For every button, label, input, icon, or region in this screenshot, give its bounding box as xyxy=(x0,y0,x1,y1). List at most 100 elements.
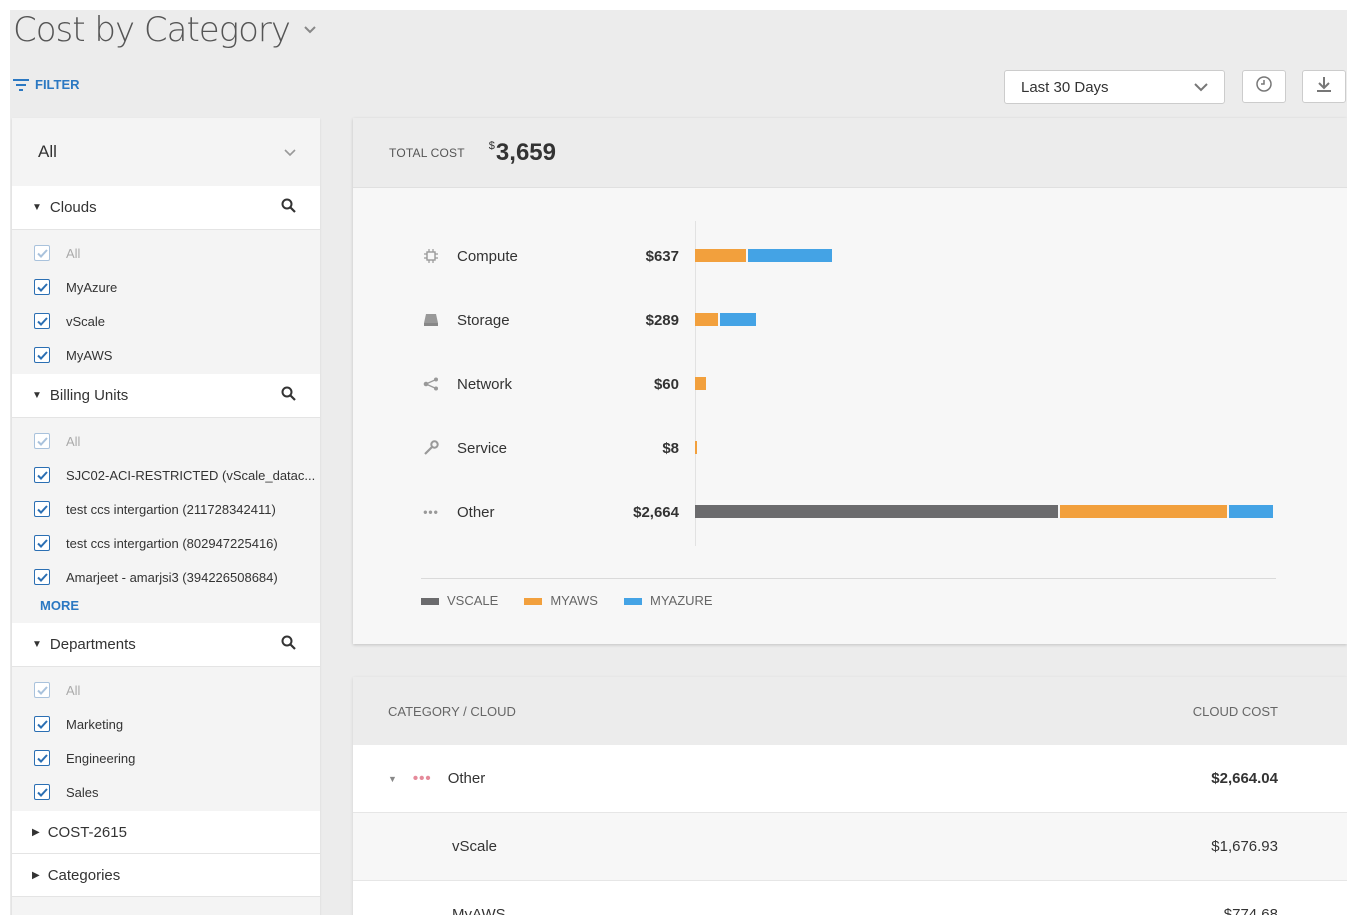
scope-value: All xyxy=(38,142,57,161)
more-link[interactable]: MORE xyxy=(12,596,320,623)
checkbox-item[interactable]: MyAWS xyxy=(12,338,320,372)
cost-bar-chart: VSCALE MYAWS MYAZURE Compute $637 Storage $28… xyxy=(353,188,1347,644)
checkbox[interactable] xyxy=(34,279,50,295)
checkbox-item[interactable]: All xyxy=(12,236,320,270)
checkbox-item[interactable]: Amarjeet - amarjsi3 (394226508684) xyxy=(12,560,320,594)
checkbox[interactable] xyxy=(34,245,50,261)
checkbox[interactable] xyxy=(34,682,50,698)
cost-value: $2,664.04 xyxy=(1211,770,1278,787)
chart-row[interactable]: Service $8 xyxy=(421,438,695,458)
triangle-right-icon: ▶ xyxy=(32,826,40,838)
cloud-name: vScale xyxy=(452,838,498,855)
category-total: $289 xyxy=(645,311,679,329)
history-button[interactable] xyxy=(1242,70,1286,103)
section-clouds-header[interactable]: ▼ Clouds xyxy=(12,186,320,230)
checkbox-item[interactable]: test ccs intergartion (802947225416) xyxy=(12,526,320,560)
table-row[interactable]: vScale $1,676.93 xyxy=(353,813,1347,881)
search-icon[interactable] xyxy=(281,635,296,654)
section-cost-2615-header[interactable]: ▶ COST-2615 xyxy=(12,811,320,854)
departments-list: All Marketing Engineering Sales xyxy=(12,667,320,811)
checkbox-label: Engineering xyxy=(66,750,136,766)
triangle-down-icon: ▼ xyxy=(32,202,42,213)
section-categories-header[interactable]: ▶ Categories xyxy=(12,854,320,897)
table-row[interactable]: ▼ ••• Other $2,664.04 xyxy=(353,745,1347,813)
legend-swatch xyxy=(524,598,543,606)
total-cost-amount: 3,659 xyxy=(495,138,556,166)
scope-select[interactable]: All xyxy=(12,118,320,186)
bar-segment-myaws[interactable] xyxy=(695,313,719,326)
checkbox-item[interactable]: Sales xyxy=(12,775,320,809)
cost-chart-panel: TOTAL COST $3,659 VSCALE MYAWS MYAZURE Com… xyxy=(353,118,1347,644)
section-title: Clouds xyxy=(49,199,97,216)
chart-row[interactable]: Storage $289 xyxy=(421,310,695,330)
date-range-select[interactable]: Last 30 Days xyxy=(1004,70,1225,104)
section-departments-header[interactable]: ▼ Departments xyxy=(12,623,320,667)
legend-item[interactable]: MYAWS xyxy=(524,593,598,608)
bar-segment-myaws[interactable] xyxy=(1060,505,1227,518)
column-header-category[interactable]: CATEGORY / CLOUD xyxy=(388,704,516,719)
checkbox-item[interactable]: MyAzure xyxy=(12,270,320,304)
category-total: $2,664 xyxy=(633,503,679,521)
billing-units-list: All SJC02-ACI-RESTRICTED (vScale_datac..… xyxy=(12,418,320,596)
checkbox-item[interactable]: test ccs intergartion (211728342411) xyxy=(12,492,320,526)
checkbox[interactable] xyxy=(34,716,50,732)
triangle-down-icon[interactable]: ▼ xyxy=(388,774,397,784)
checkbox-item[interactable]: Marketing xyxy=(12,707,320,741)
checkbox[interactable] xyxy=(34,347,50,363)
checkbox[interactable] xyxy=(34,467,50,483)
more-icon: ••• xyxy=(423,505,439,519)
chip-icon xyxy=(421,249,441,263)
checkbox-label: test ccs intergartion (211728342411) xyxy=(66,501,276,517)
checkbox-item[interactable]: All xyxy=(12,424,320,458)
page-title[interactable]: Cost by Category xyxy=(13,10,316,50)
checkbox[interactable] xyxy=(34,501,50,517)
chevron-down-icon[interactable] xyxy=(304,22,316,38)
legend-item[interactable]: VSCALE xyxy=(421,593,498,608)
chevron-down-icon xyxy=(1194,79,1208,96)
column-header-cost[interactable]: CLOUD COST xyxy=(1193,704,1278,719)
chart-baseline xyxy=(421,578,1276,579)
cost-table: CATEGORY / CLOUD CLOUD COST ▼ ••• Other … xyxy=(353,677,1347,915)
checkbox-label: vScale xyxy=(66,313,106,329)
chart-row[interactable]: Network $60 xyxy=(421,374,695,394)
checkbox-label: SJC02-ACI-RESTRICTED (vScale_datac... xyxy=(66,467,316,483)
checkbox-item[interactable]: SJC02-ACI-RESTRICTED (vScale_datac... xyxy=(12,458,320,492)
checkbox-item[interactable]: Engineering xyxy=(12,741,320,775)
bar-segment-myazure[interactable] xyxy=(1228,505,1273,518)
checkbox-item[interactable]: vScale xyxy=(12,304,320,338)
table-header: CATEGORY / CLOUD CLOUD COST xyxy=(353,677,1347,745)
category-name: Other xyxy=(447,770,486,787)
checkbox[interactable] xyxy=(34,433,50,449)
legend-swatch xyxy=(421,598,439,606)
checkbox-label: Marketing xyxy=(66,716,124,732)
bar-segment-myazure[interactable] xyxy=(720,313,756,326)
bar-segment-vscale[interactable] xyxy=(695,505,1059,518)
chart-row[interactable]: ••• Other $2,664 xyxy=(421,502,695,522)
section-billing-units-header[interactable]: ▼ Billing Units xyxy=(12,374,320,418)
checkbox[interactable] xyxy=(34,535,50,551)
checkbox-item[interactable]: All xyxy=(12,673,320,707)
checkbox-label: All xyxy=(66,682,81,698)
download-button[interactable] xyxy=(1302,70,1346,103)
filter-icon xyxy=(13,78,29,92)
search-icon[interactable] xyxy=(281,198,296,217)
bar-segment-myaws[interactable] xyxy=(695,441,697,454)
table-row[interactable]: MyAWS $774.68 xyxy=(353,881,1347,915)
date-range-value: Last 30 Days xyxy=(1021,78,1109,96)
legend-item[interactable]: MYAZURE xyxy=(623,593,713,608)
chevron-down-icon xyxy=(284,142,296,162)
checkbox-label: MyAWS xyxy=(66,347,113,363)
checkbox[interactable] xyxy=(34,784,50,800)
search-icon[interactable] xyxy=(281,386,296,405)
checkbox[interactable] xyxy=(34,569,50,585)
bar-segment-myazure[interactable] xyxy=(748,249,832,262)
storage-icon xyxy=(421,313,441,327)
filter-button[interactable]: FILTER xyxy=(13,77,80,92)
checkbox[interactable] xyxy=(34,750,50,766)
checkbox[interactable] xyxy=(34,313,50,329)
bar-segment-myaws[interactable] xyxy=(695,249,747,262)
legend-label: VSCALE xyxy=(447,593,499,608)
bar-segment-myaws[interactable] xyxy=(695,377,707,390)
category-total: $60 xyxy=(653,375,679,393)
chart-row[interactable]: Compute $637 xyxy=(421,246,695,266)
